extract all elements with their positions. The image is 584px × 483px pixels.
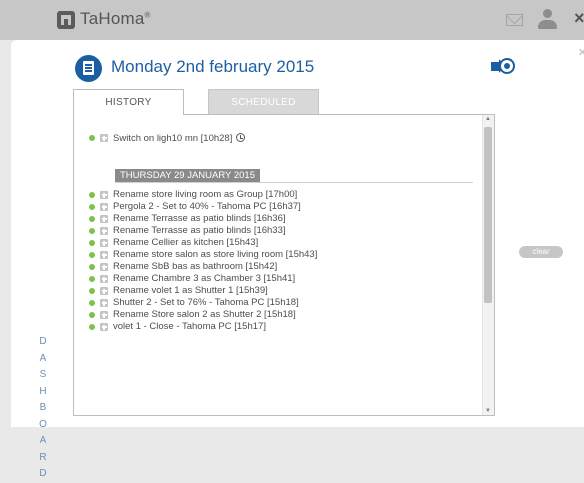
clock-icon [236,133,246,142]
entry-text: Rename SbB bas as bathroom [15h42] [113,261,278,272]
clear-button[interactable]: clear [519,246,563,258]
entry-text: Rename Cellier as kitchen [15h43] [113,237,259,248]
status-dot-icon [89,300,95,306]
mail-icon[interactable] [506,14,523,26]
entry-text: Switch on ligh10 mn [10h28] [113,133,233,144]
status-dot-icon [89,312,95,318]
status-dot-icon [89,288,95,294]
status-dot-icon [89,228,95,234]
status-dot-icon [89,264,95,270]
entry-text: Rename Terrasse as patio blinds [16h36] [113,213,286,224]
expand-plus-icon[interactable] [100,191,108,199]
scroll-down-arrow-icon[interactable]: ▼ [485,408,491,414]
user-icon[interactable] [536,9,558,31]
scroll-up-arrow-icon[interactable]: ▲ [485,116,491,122]
entry-text: Rename Terrasse as patio blinds [16h33] [113,225,286,236]
brand-logo[interactable]: TaHoma® [80,9,151,29]
status-dot-icon [89,204,95,210]
date-divider [115,182,473,183]
date-header: THURSDAY 29 JANUARY 2015 [115,169,260,182]
expand-plus-icon[interactable] [100,215,108,223]
entry-text: Rename store salon as store living room … [113,249,318,260]
expand-plus-icon[interactable] [100,203,108,211]
page-title: Monday 2nd february 2015 [111,57,315,76]
view-arrow-eye-icon[interactable] [491,57,515,76]
top-bar: TaHoma® × [0,0,584,40]
home-icon[interactable] [57,11,75,29]
brand-mark: ® [144,10,151,20]
scrollbar-thumb[interactable] [484,127,492,303]
status-dot-icon [89,276,95,282]
scrollbar[interactable]: ▲ ▼ [482,115,494,415]
expand-plus-icon[interactable] [100,251,108,259]
dashboard-side-label[interactable]: D A S H B O A R D [36,334,50,483]
expand-plus-icon[interactable] [100,323,108,331]
entry-text: Pergola 2 - Set to 40% - Tahoma PC [16h3… [113,201,301,212]
status-dot-icon [89,252,95,258]
entry-text: Rename Store salon 2 as Shutter 2 [15h18… [113,309,296,320]
entry-text: volet 1 - Close - Tahoma PC [15h17] [113,321,266,332]
entry-text: Shutter 2 - Set to 76% - Tahoma PC [15h1… [113,297,299,308]
expand-plus-icon[interactable] [100,134,108,142]
entry-text: Rename volet 1 as Shutter 1 [15h39] [113,285,268,296]
panel-close-icon[interactable]: × [578,44,584,61]
status-dot-icon [89,240,95,246]
expand-plus-icon[interactable] [100,311,108,319]
tab-scheduled[interactable]: SCHEDULED [208,89,319,115]
entry-text: Rename Chambre 3 as Chamber 3 [15h41] [113,273,296,284]
status-dot-icon [89,192,95,198]
status-dot-icon [89,324,95,330]
close-icon[interactable]: × [574,8,584,29]
history-list: Switch on ligh10 mn [10h28] THURSDAY 29 … [73,114,495,416]
brand-name: TaHoma [80,9,145,28]
status-dot-icon [89,216,95,222]
expand-plus-icon[interactable] [100,239,108,247]
expand-plus-icon[interactable] [100,263,108,271]
entry-text: Rename store living room as Group [17h00… [113,189,298,200]
expand-plus-icon[interactable] [100,275,108,283]
expand-plus-icon[interactable] [100,227,108,235]
calendar-icon [75,55,102,82]
tab-history[interactable]: HISTORY [73,89,184,115]
expand-plus-icon[interactable] [100,299,108,307]
expand-plus-icon[interactable] [100,287,108,295]
status-dot-icon [89,135,95,141]
dashboard-panel: × D A S H B O A R D Monday 2nd february … [11,40,584,479]
